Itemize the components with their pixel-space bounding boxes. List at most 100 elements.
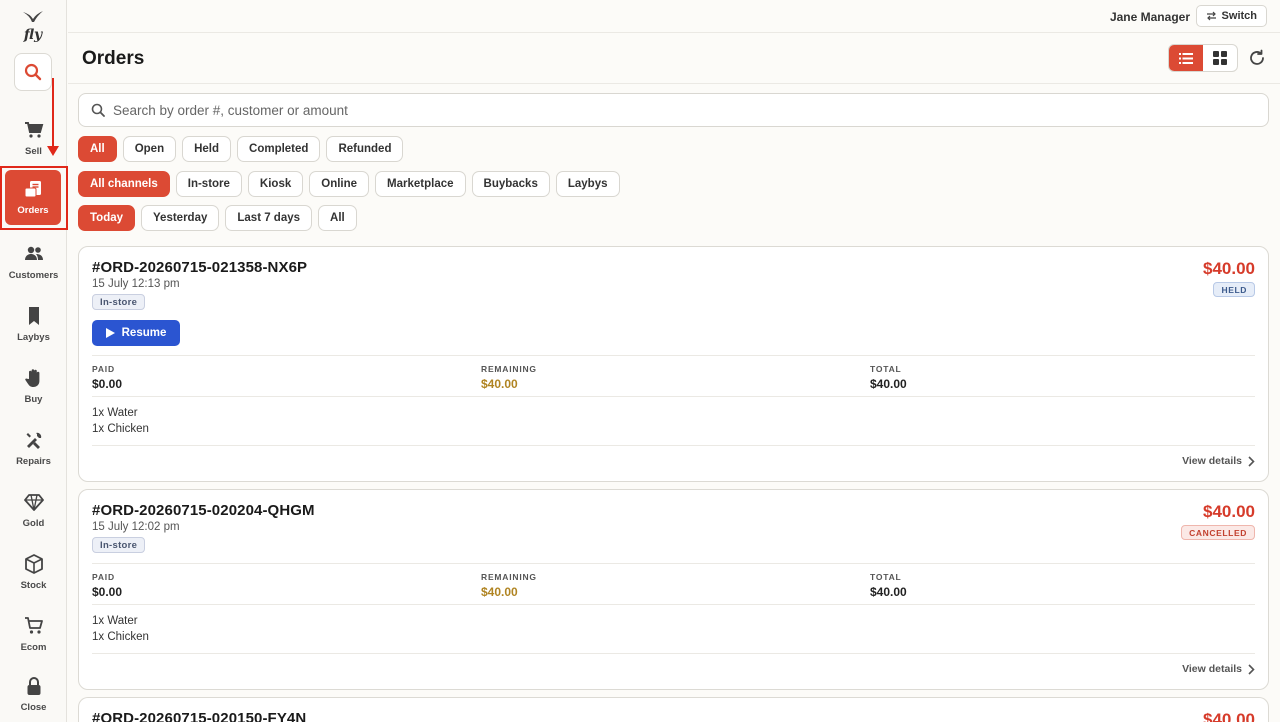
brand-logo: fly bbox=[18, 10, 48, 43]
view-mode-toggle bbox=[1168, 44, 1238, 72]
order-id: #ORD-20260715-021358-NX6P bbox=[92, 259, 308, 276]
total-label: TOTAL bbox=[870, 364, 902, 374]
header-divider bbox=[68, 83, 1280, 84]
filter-date-last-7-days[interactable]: Last 7 days bbox=[225, 205, 313, 231]
view-details-link[interactable]: View details bbox=[1182, 455, 1255, 467]
paid-label: PAID bbox=[92, 572, 115, 582]
global-search-button[interactable] bbox=[14, 53, 52, 91]
nav-customers[interactable]: Customers bbox=[0, 234, 67, 290]
nav-repairs[interactable]: Repairs bbox=[0, 420, 67, 476]
filter-channel-online[interactable]: Online bbox=[309, 171, 370, 197]
nav-ecom[interactable]: Ecom bbox=[0, 606, 67, 662]
annotation-arrow-line bbox=[52, 78, 54, 148]
list-view-button[interactable] bbox=[1169, 45, 1203, 71]
order-amount: $40.00 bbox=[1203, 710, 1255, 722]
chevron-right-icon bbox=[1248, 663, 1255, 675]
nav-buy[interactable]: Buy bbox=[0, 358, 67, 414]
status-filter-group: All Open Held Completed Refunded bbox=[78, 136, 404, 162]
remaining-value: $40.00 bbox=[481, 377, 518, 391]
divider bbox=[92, 445, 1255, 446]
nav-close[interactable]: Close bbox=[0, 666, 67, 722]
nav-stock[interactable]: Stock bbox=[0, 544, 67, 600]
order-item: 1x Water bbox=[92, 615, 138, 627]
cart-icon bbox=[24, 121, 43, 138]
nav-sell[interactable]: Sell bbox=[0, 110, 67, 166]
divider bbox=[92, 604, 1255, 605]
resume-button[interactable]: Resume bbox=[92, 320, 180, 346]
view-details-label: View details bbox=[1182, 455, 1242, 467]
order-card[interactable]: #ORD-20260715-021358-NX6P 15 July 12:13 … bbox=[78, 246, 1269, 482]
paid-stat: PAID $0.00 bbox=[92, 364, 122, 391]
switch-user-button[interactable]: Switch bbox=[1195, 5, 1267, 27]
remaining-label: REMAINING bbox=[481, 572, 537, 582]
status-badge: HELD bbox=[1213, 282, 1255, 297]
order-id: #ORD-20260715-020204-QHGM bbox=[92, 502, 315, 519]
nav-label: Laybys bbox=[17, 331, 50, 343]
order-amount: $40.00 bbox=[1203, 502, 1255, 521]
remaining-stat: REMAINING $40.00 bbox=[481, 572, 537, 599]
paid-value: $0.00 bbox=[92, 377, 123, 391]
nav-label: Ecom bbox=[20, 641, 47, 653]
chevron-right-icon bbox=[1248, 455, 1255, 467]
divider bbox=[92, 653, 1255, 654]
bookmark-icon bbox=[28, 306, 39, 325]
switch-label: Switch bbox=[1221, 10, 1257, 22]
order-card[interactable]: #ORD-20260715-020204-QHGM 15 July 12:02 … bbox=[78, 489, 1269, 690]
filter-channel-laybys[interactable]: Laybys bbox=[555, 171, 620, 197]
filter-date-all[interactable]: All bbox=[318, 205, 357, 231]
page-title: Orders bbox=[82, 48, 145, 69]
search-icon bbox=[24, 63, 42, 81]
order-search-input[interactable] bbox=[113, 102, 1268, 118]
total-value: $40.00 bbox=[870, 585, 907, 599]
nav-label: Stock bbox=[20, 579, 47, 591]
divider bbox=[92, 563, 1255, 564]
filter-date-today[interactable]: Today bbox=[78, 205, 136, 231]
nav-gold[interactable]: Gold bbox=[0, 482, 67, 538]
filter-channel-all[interactable]: All channels bbox=[78, 171, 170, 197]
order-date: 15 July 12:13 pm bbox=[92, 278, 180, 290]
order-items: 1x Water 1x Chicken bbox=[92, 405, 149, 437]
bird-icon bbox=[23, 11, 43, 22]
remaining-label: REMAINING bbox=[481, 364, 537, 374]
users-icon bbox=[24, 246, 43, 260]
filter-status-all[interactable]: All bbox=[78, 136, 117, 162]
channel-filter-group: All channels In-store Kiosk Online Marke… bbox=[78, 171, 620, 197]
paid-stat: PAID $0.00 bbox=[92, 572, 122, 599]
total-label: TOTAL bbox=[870, 572, 902, 582]
date-filter-group: Today Yesterday Last 7 days All bbox=[78, 205, 357, 231]
filter-status-held[interactable]: Held bbox=[182, 136, 232, 162]
view-details-link[interactable]: View details bbox=[1182, 663, 1255, 675]
remaining-value: $40.00 bbox=[481, 585, 518, 599]
hand-icon bbox=[24, 368, 39, 387]
filter-status-refunded[interactable]: Refunded bbox=[326, 136, 404, 162]
order-id: #ORD-20260715-020150-FY4N bbox=[92, 710, 307, 722]
filter-channel-marketplace[interactable]: Marketplace bbox=[375, 171, 466, 197]
logo-text: fly bbox=[23, 27, 43, 43]
refresh-icon[interactable] bbox=[1248, 49, 1266, 67]
filter-channel-kiosk[interactable]: Kiosk bbox=[247, 171, 304, 197]
list-icon bbox=[1179, 52, 1193, 64]
resume-label: Resume bbox=[121, 327, 167, 339]
channel-badge: In-store bbox=[92, 294, 146, 310]
filter-status-open[interactable]: Open bbox=[122, 136, 177, 162]
search-icon bbox=[91, 103, 105, 117]
order-item: 1x Water bbox=[92, 407, 138, 419]
tools-icon bbox=[26, 432, 41, 449]
nav-laybys[interactable]: Laybys bbox=[0, 296, 67, 352]
grid-view-button[interactable] bbox=[1203, 45, 1237, 71]
order-card[interactable]: #ORD-20260715-020150-FY4N $40.00 bbox=[78, 697, 1269, 722]
filter-channel-in-store[interactable]: In-store bbox=[175, 171, 242, 197]
filter-date-yesterday[interactable]: Yesterday bbox=[141, 205, 220, 231]
filter-status-completed[interactable]: Completed bbox=[237, 136, 321, 162]
user-name: Jane Manager bbox=[1109, 10, 1190, 24]
diamond-icon bbox=[23, 493, 44, 511]
total-stat: TOTAL $40.00 bbox=[870, 572, 907, 599]
filter-channel-buybacks[interactable]: Buybacks bbox=[471, 171, 550, 197]
swap-icon bbox=[1206, 11, 1216, 21]
paid-value: $0.00 bbox=[92, 585, 123, 599]
shopping-cart-icon bbox=[24, 616, 43, 634]
divider bbox=[92, 396, 1255, 397]
nav-label: Repairs bbox=[16, 455, 51, 467]
nav-label: Customers bbox=[8, 269, 59, 281]
annotation-highlight-box bbox=[0, 166, 68, 230]
